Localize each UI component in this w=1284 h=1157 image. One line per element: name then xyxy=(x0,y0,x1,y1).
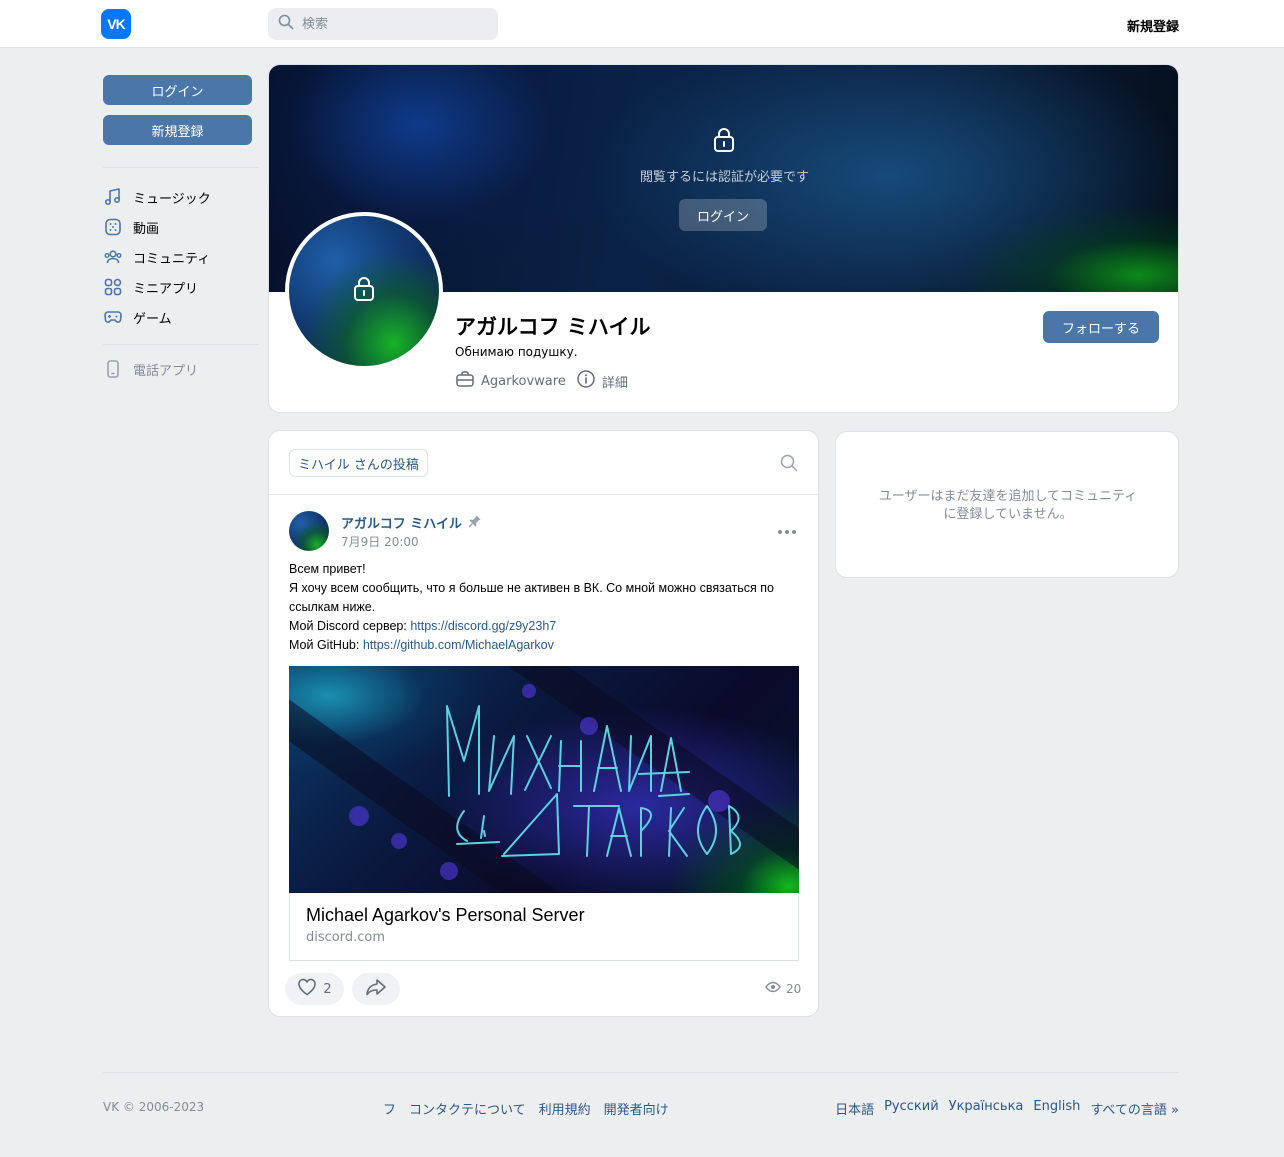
profile-work-label: Agarkovware xyxy=(481,373,566,389)
pin-icon xyxy=(462,514,482,532)
users-icon xyxy=(103,247,123,267)
search-icon[interactable] xyxy=(780,454,798,476)
gamepad-icon xyxy=(103,307,123,327)
footer-copyright: VK © 2006-2023 xyxy=(103,1100,205,1114)
signature-artwork xyxy=(289,666,799,893)
friends-card: ユーザーはまだ友達を追加してコミュニティに登録していません。 xyxy=(835,431,1179,578)
posts-divider xyxy=(269,494,818,495)
lang-ukrainian[interactable]: Українська xyxy=(949,1099,1024,1118)
footer-languages: 日本語 Русский Українська English すべての言語 » xyxy=(825,1099,1179,1118)
views-counter: 20 xyxy=(765,981,801,996)
lock-icon xyxy=(351,275,377,307)
vk-logo[interactable]: VK xyxy=(101,9,131,39)
post-date[interactable]: 7月9日 20:00 xyxy=(341,533,419,550)
views-count: 20 xyxy=(786,981,802,996)
footer-divider xyxy=(103,1072,1179,1073)
sidebar-item-video[interactable]: 動画 xyxy=(103,214,258,240)
profile-card: 閲覧するには認証が必要です ログイン アガルコフ ミハイル Обнимаю по… xyxy=(268,64,1179,413)
sidebar-divider xyxy=(103,167,258,168)
share-button[interactable] xyxy=(352,973,400,1005)
post-text-line: Я хочу всем сообщить, что я больше не ак… xyxy=(289,581,774,614)
sidebar-item-games[interactable]: ゲーム xyxy=(103,304,258,330)
profile-details-label: 詳細 xyxy=(601,375,628,391)
auth-required-text: 閲覧するには認証が必要です xyxy=(639,170,809,185)
header-register-link[interactable]: 新規登録 xyxy=(1127,16,1179,35)
post-text-line: Всем привет! xyxy=(289,562,366,576)
profile-meta: Agarkovware 詳細 xyxy=(455,369,638,393)
like-button[interactable]: 2 xyxy=(285,973,344,1005)
heart-icon xyxy=(297,978,323,1000)
post-github-line: Мой GitHub: https://github.com/MichaelAg… xyxy=(289,636,800,655)
more-icon[interactable] xyxy=(777,524,797,539)
footer-link-about[interactable]: コンタクテについて xyxy=(409,1099,526,1118)
sidebar-item-community[interactable]: コミュニティ xyxy=(103,244,258,270)
footer-link-developers[interactable]: 開発者向け xyxy=(604,1099,669,1118)
share-icon xyxy=(365,978,387,1000)
phone-icon xyxy=(103,359,123,379)
discord-link[interactable]: https://discord.gg/z9y23h7 xyxy=(410,619,556,633)
link-title: Michael Agarkov's Personal Server xyxy=(306,905,585,925)
discord-prefix: Мой Discord сервер: xyxy=(289,619,411,633)
lang-all[interactable]: すべての言語 » xyxy=(1090,1099,1179,1118)
sidebar-item-phone-app[interactable]: 電話アプリ xyxy=(103,356,258,382)
lock-icon xyxy=(709,125,739,159)
profile-avatar[interactable] xyxy=(285,212,443,370)
post-discord-line: Мой Discord сервер: https://discord.gg/z… xyxy=(289,617,800,636)
footer-link-terms[interactable]: 利用規約 xyxy=(539,1099,591,1118)
no-friends-text: ユーザーはまだ友達を追加してコミュニティに登録していません。 xyxy=(878,489,1138,522)
cover-login-button[interactable]: ログイン xyxy=(679,199,767,231)
search-box[interactable] xyxy=(268,8,498,40)
register-button[interactable]: 新規登録 xyxy=(103,115,252,145)
lang-russian[interactable]: Русский xyxy=(884,1099,939,1118)
link-domain: discord.com xyxy=(306,930,386,945)
github-prefix: Мой GitHub: xyxy=(289,638,363,652)
sidebar-item-label: 電話アプリ xyxy=(133,363,199,379)
follow-button[interactable]: フォローする xyxy=(1043,311,1159,343)
sidebar-item-music[interactable]: ミュージック xyxy=(103,184,258,210)
github-link[interactable]: https://github.com/MichaelAgarkov xyxy=(363,638,554,652)
link-preview-card[interactable]: Michael Agarkov's Personal Server discor… xyxy=(289,893,799,961)
search-icon xyxy=(278,14,294,34)
sidebar-item-mini-apps[interactable]: ミニアプリ xyxy=(103,274,258,300)
post-attachment-image[interactable] xyxy=(289,666,799,893)
post-text: Всем привет! Я хочу всем сообщить, что я… xyxy=(289,560,800,655)
like-count: 2 xyxy=(323,981,332,997)
post-author[interactable]: アガルコフ ミハイル xyxy=(341,513,482,532)
profile-work[interactable]: Agarkovware xyxy=(455,370,566,392)
sidebar-item-label: 動画 xyxy=(133,221,160,237)
lang-english[interactable]: English xyxy=(1033,1099,1080,1118)
info-icon xyxy=(576,369,602,393)
footer-links: フ コンタクテについて 利用規約 開発者向け xyxy=(383,1099,682,1118)
posts-tab[interactable]: ミハイル さんの投稿 xyxy=(289,449,428,477)
footer-link[interactable]: フ xyxy=(383,1099,396,1118)
video-icon xyxy=(103,217,123,237)
eye-icon xyxy=(765,981,786,996)
login-button[interactable]: ログイン xyxy=(103,75,252,105)
sidebar-item-label: コミュニティ xyxy=(133,251,211,267)
posts-card: ミハイル さんの投稿 アガルコフ ミハイル 7月9日 20:00 Всем пр… xyxy=(268,430,819,1017)
lang-japanese[interactable]: 日本語 xyxy=(835,1099,874,1118)
profile-status: Обнимаю подушку. xyxy=(455,345,578,359)
music-icon xyxy=(103,187,123,207)
profile-details-link[interactable]: 詳細 xyxy=(576,369,628,393)
briefcase-icon xyxy=(455,370,481,392)
sidebar-item-label: ゲーム xyxy=(133,311,172,327)
sidebar-divider xyxy=(103,344,258,345)
post-author-name: アガルコフ ミハイル xyxy=(341,517,463,532)
top-bar: VK 新規登録 xyxy=(0,0,1284,48)
sidebar-item-label: ミュージック xyxy=(133,191,211,207)
apps-icon xyxy=(103,277,123,297)
sidebar-item-label: ミニアプリ xyxy=(133,281,199,297)
search-input[interactable] xyxy=(302,16,482,32)
profile-name: アガルコフ ミハイル xyxy=(455,315,651,339)
post-avatar[interactable] xyxy=(289,511,329,551)
